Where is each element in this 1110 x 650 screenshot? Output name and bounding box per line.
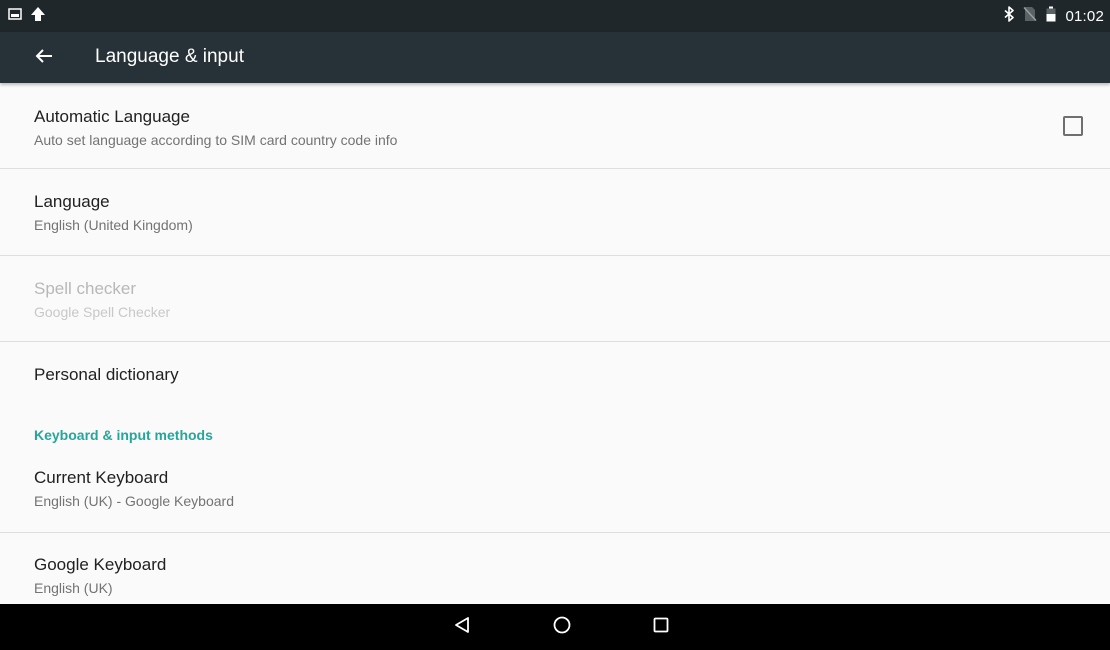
pref-title: Personal dictionary [34,365,179,384]
status-bar-notifications [8,6,46,26]
nav-back-button[interactable] [447,612,477,642]
category-header-keyboard-input: Keyboard & input methods [34,427,213,443]
bluetooth-icon [1003,6,1015,26]
toolbar: Language & input [0,32,1110,83]
pref-automatic-language[interactable]: Automatic Language Auto set language acc… [0,83,1110,168]
pref-language[interactable]: Language English (United Kingdom) [0,169,1110,255]
nav-home-button[interactable] [547,612,577,642]
pref-spell-checker: Spell checker Google Spell Checker [0,256,1110,341]
page-title: Language & input [95,46,244,67]
pref-summary: English (UK) [34,580,113,596]
back-arrow-icon [35,48,53,69]
pref-summary: English (United Kingdom) [34,217,193,233]
pref-personal-dictionary[interactable]: Personal dictionary [0,342,1110,410]
no-sim-icon [1023,6,1037,26]
android-settings-screen: 01:02 Language & input Automatic Languag… [0,0,1110,650]
pref-current-keyboard[interactable]: Current Keyboard English (UK) - Google K… [0,450,1110,532]
status-bar-system-icons: 01:02 [1003,6,1104,26]
navigation-bar [0,604,1110,650]
status-time: 01:02 [1065,7,1104,25]
pref-summary: Auto set language according to SIM card … [34,132,398,148]
automatic-language-checkbox[interactable] [1063,116,1083,136]
pref-title: Automatic Language [34,107,190,126]
back-button[interactable] [30,44,58,72]
pref-summary: Google Spell Checker [34,304,171,320]
battery-icon [1045,6,1057,26]
settings-list: Automatic Language Auto set language acc… [0,83,1110,604]
upload-arrow-icon [30,6,46,27]
nav-recents-button[interactable] [646,612,676,642]
back-triangle-icon [453,616,471,639]
pref-title: Google Keyboard [34,555,167,574]
recents-square-icon [652,616,670,639]
image-notification-icon [8,7,22,26]
home-circle-icon [552,615,572,640]
pref-title: Language [34,192,110,211]
status-bar: 01:02 [0,0,1110,32]
pref-summary: English (UK) - Google Keyboard [34,493,234,509]
pref-title: Spell checker [34,279,137,298]
pref-title: Current Keyboard [34,468,169,487]
pref-google-keyboard[interactable]: Google Keyboard English (UK) [0,533,1110,604]
